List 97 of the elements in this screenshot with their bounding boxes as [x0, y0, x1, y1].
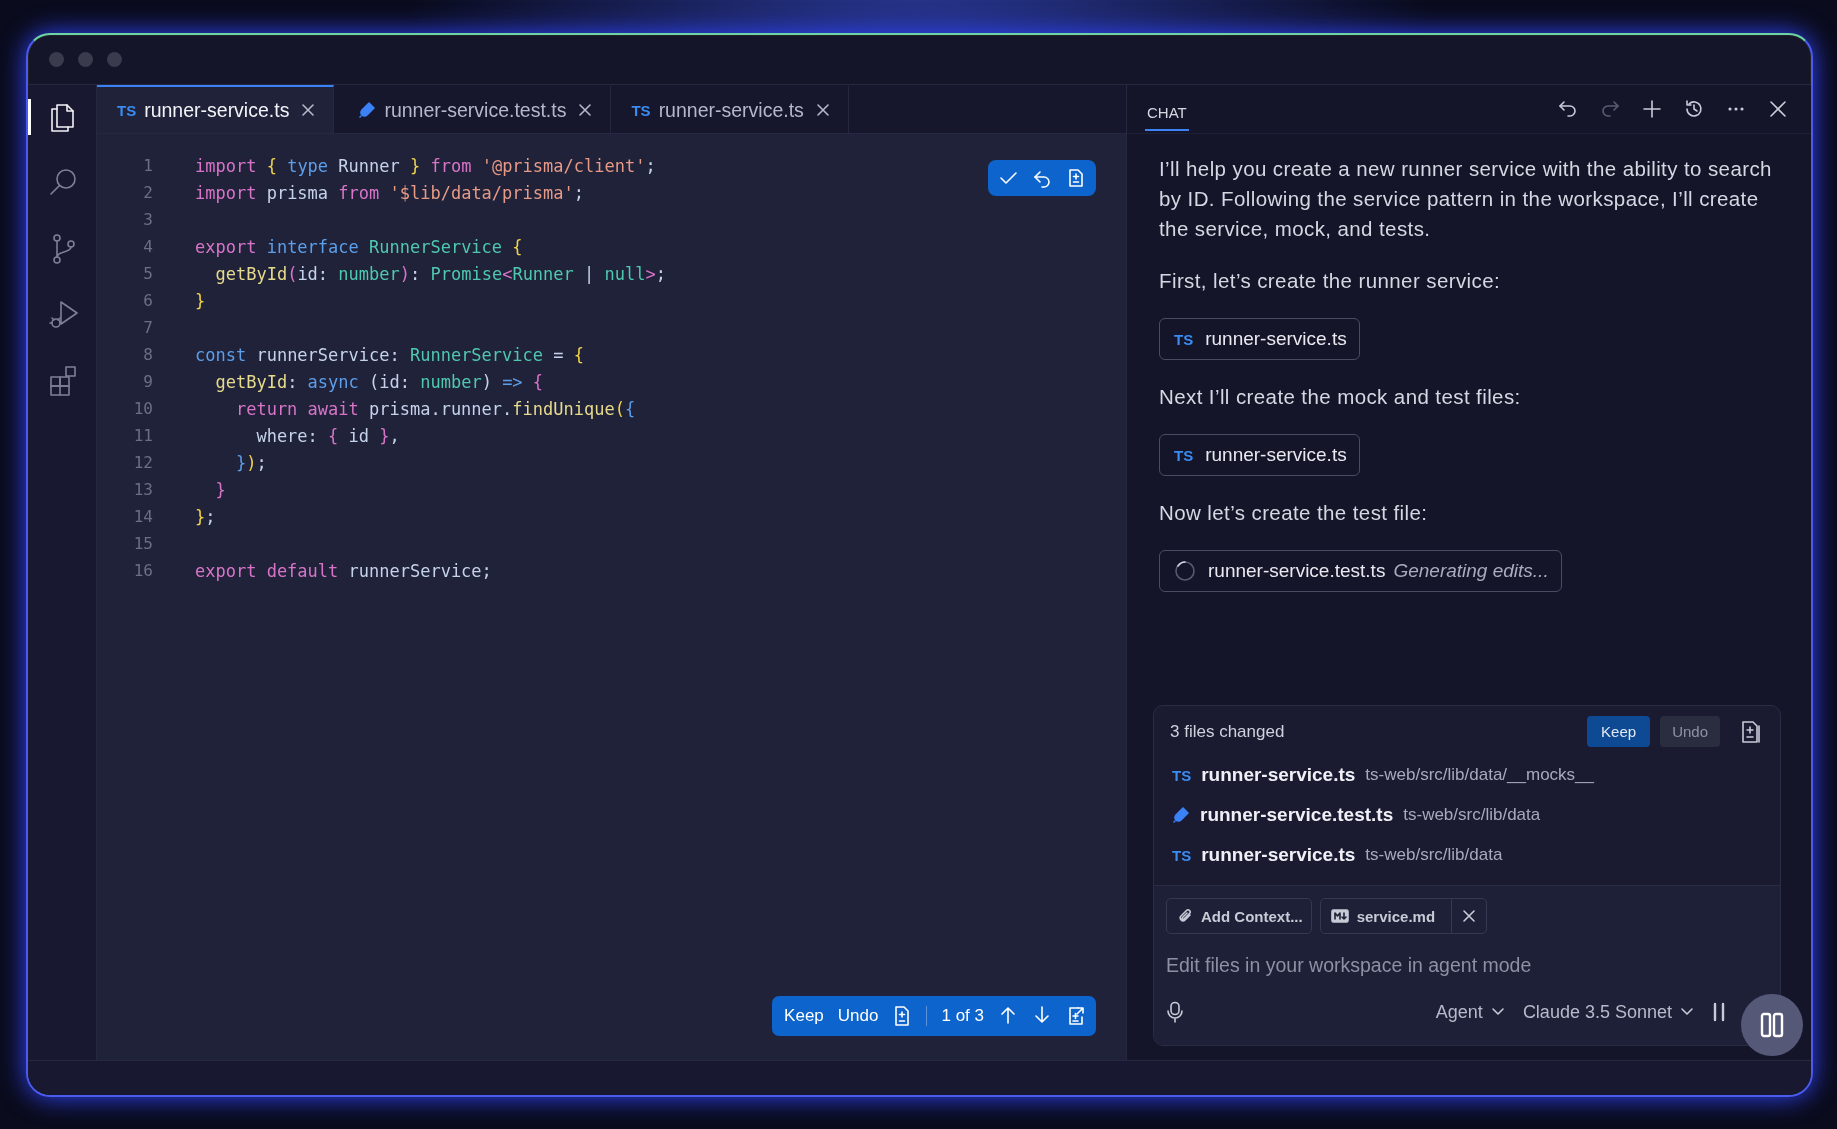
code-line: const runnerService: RunnerService = {	[195, 344, 584, 365]
undo-icon[interactable]	[1557, 98, 1579, 120]
open-diff-icon[interactable]	[1066, 1005, 1086, 1027]
line-number: 2	[142, 183, 153, 202]
file-type-label: TS	[631, 101, 651, 119]
file-type-label: TS	[1172, 846, 1192, 864]
changed-file[interactable]: TS runner-service.ts ts-web/src/lib/data/__mocks__	[1172, 755, 1780, 795]
file-name[interactable]: runner-service.test.ts	[1200, 804, 1394, 826]
tab-label[interactable]: runner-service.test.ts	[384, 98, 567, 122]
changed-file[interactable]: TS runner-service.ts ts-web/src/lib/data	[1172, 835, 1780, 875]
keep-button[interactable]: Keep	[784, 1006, 824, 1026]
file-name[interactable]: runner-service.ts	[1205, 328, 1347, 350]
close-icon	[815, 103, 830, 117]
line-number: 11	[132, 426, 153, 445]
code-line: getById: async (id: number) => {	[214, 371, 544, 392]
chat-message: Next I’ll create the mock and test files:	[1159, 384, 1522, 410]
plus-icon[interactable]	[1641, 98, 1663, 120]
line-number: 8	[142, 345, 153, 364]
editor-tab[interactable]: TS runner-service.ts	[97, 85, 335, 133]
tab-label[interactable]: runner-service.ts	[144, 98, 290, 122]
chat-message: First, let’s create the runner service:	[1159, 268, 1502, 294]
chat-message: I’ll help you create a new runner service with the ability to search by ID. Following the service pattern in the workspace, I’ll create the service, mock, and tests.	[1159, 156, 1773, 242]
code-line: export interface RunnerService {	[195, 236, 523, 257]
code-line: return await prisma.runner.findUnique({	[234, 398, 636, 419]
file-name[interactable]: runner-service.ts	[1201, 764, 1356, 786]
tab-label[interactable]: runner-service.ts	[658, 98, 804, 122]
chevron-down-icon	[1680, 1007, 1694, 1017]
file-chip[interactable]: TS runner-service.ts	[1159, 434, 1360, 476]
status-text: Generating edits...	[1393, 560, 1549, 582]
line-number: 13	[132, 480, 153, 499]
chip-label[interactable]: Add Context...	[1201, 907, 1311, 925]
close-icon	[578, 103, 593, 117]
file-type-label: TS	[117, 101, 137, 119]
file-path: ts-web/src/lib/data	[1403, 805, 1541, 825]
line-number: 14	[132, 507, 153, 526]
diff-file-icon[interactable]	[1740, 719, 1762, 744]
input-placeholder[interactable]: Edit files in your workspace in agent mode	[1166, 954, 1766, 977]
chat-message: Now let’s create the test file:	[1159, 500, 1429, 526]
model-dropdown[interactable]: Claude 3.5 Sonnet	[1522, 1001, 1694, 1023]
code-line: getById(id: number): Promise<Runner | null>;	[214, 263, 666, 284]
file-path: ts-web/src/lib/data	[1365, 845, 1503, 865]
markdown-icon	[1330, 909, 1349, 923]
context-chip[interactable]: service.md	[1319, 898, 1488, 934]
code-line: }	[214, 479, 226, 500]
line-number: 6	[142, 291, 153, 310]
pause-icon	[1760, 1012, 1784, 1038]
file-name[interactable]: runner-service.ts	[1201, 844, 1356, 866]
context-chip[interactable]: Add Context...	[1166, 898, 1312, 934]
line-number: 3	[142, 210, 153, 229]
code-line: }	[195, 290, 206, 311]
code-line: where: { id },	[255, 425, 400, 446]
file-type-label: TS	[1172, 766, 1192, 784]
line-number: 16	[132, 561, 153, 580]
chat-input[interactable]: Add Context... service.md Edit files in your workspace in agent mode Agent Claude 3.5 Sonnet	[1154, 885, 1780, 1045]
file-name[interactable]: runner-service.ts	[1205, 444, 1347, 466]
line-number: 5	[142, 264, 153, 283]
code-line: export default runnerService;	[195, 560, 492, 581]
spinner-icon	[1174, 560, 1196, 582]
code-line: };	[195, 506, 216, 527]
line-number: 4	[142, 237, 153, 256]
code-line: import { type Runner } from '@prisma/client';	[195, 155, 656, 176]
code-line: });	[234, 452, 267, 473]
line-number: 9	[142, 372, 153, 391]
changed-file[interactable]: runner-service.test.ts ts-web/src/lib/data	[1172, 795, 1780, 835]
microphone-icon[interactable]	[1166, 1001, 1184, 1023]
editor-tab[interactable]: runner-service.test.ts	[334, 85, 612, 133]
editor-tab[interactable]: TS runner-service.ts	[611, 85, 849, 133]
change-counter: 1 of 3	[941, 1006, 984, 1026]
paperclip-icon	[1177, 908, 1193, 924]
line-number: 12	[132, 453, 153, 472]
chevron-down-icon	[1490, 1007, 1505, 1017]
pause-icon[interactable]	[1712, 1001, 1726, 1023]
close-icon[interactable]	[1767, 98, 1789, 120]
line-number: 15	[132, 534, 153, 553]
history-icon[interactable]	[1683, 98, 1705, 120]
chat-tab[interactable]: CHAT	[1145, 91, 1189, 131]
keep-button[interactable]: Keep	[1587, 716, 1651, 747]
line-number: 1	[142, 156, 153, 175]
mode-dropdown[interactable]: Agent	[1435, 1001, 1505, 1023]
file-chip[interactable]: TS runner-service.ts	[1159, 318, 1360, 360]
file-path: ts-web/src/lib/data/__mocks__	[1365, 765, 1594, 785]
line-number: 7	[142, 318, 153, 337]
diff-file-icon[interactable]	[1066, 168, 1086, 188]
undo-button[interactable]: Undo	[837, 1006, 879, 1026]
changes-summary: 3 files changed	[1170, 721, 1285, 742]
file-chip[interactable]: runner-service.test.ts Generating edits...	[1159, 550, 1562, 592]
file-type-label: TS	[1174, 330, 1194, 348]
arrow-up-icon[interactable]	[998, 1005, 1018, 1027]
line-number: 10	[132, 399, 153, 418]
undo-button[interactable]: Undo	[1660, 716, 1720, 747]
file-type-label: TS	[1174, 446, 1194, 464]
close-icon	[301, 103, 316, 117]
close-icon[interactable]	[1462, 909, 1477, 923]
chip-label[interactable]: service.md	[1356, 907, 1444, 925]
undo-icon[interactable]	[1032, 168, 1052, 188]
code-line: import prisma from '$lib/data/prisma';	[195, 182, 584, 203]
file-name[interactable]: runner-service.test.ts	[1208, 560, 1386, 582]
